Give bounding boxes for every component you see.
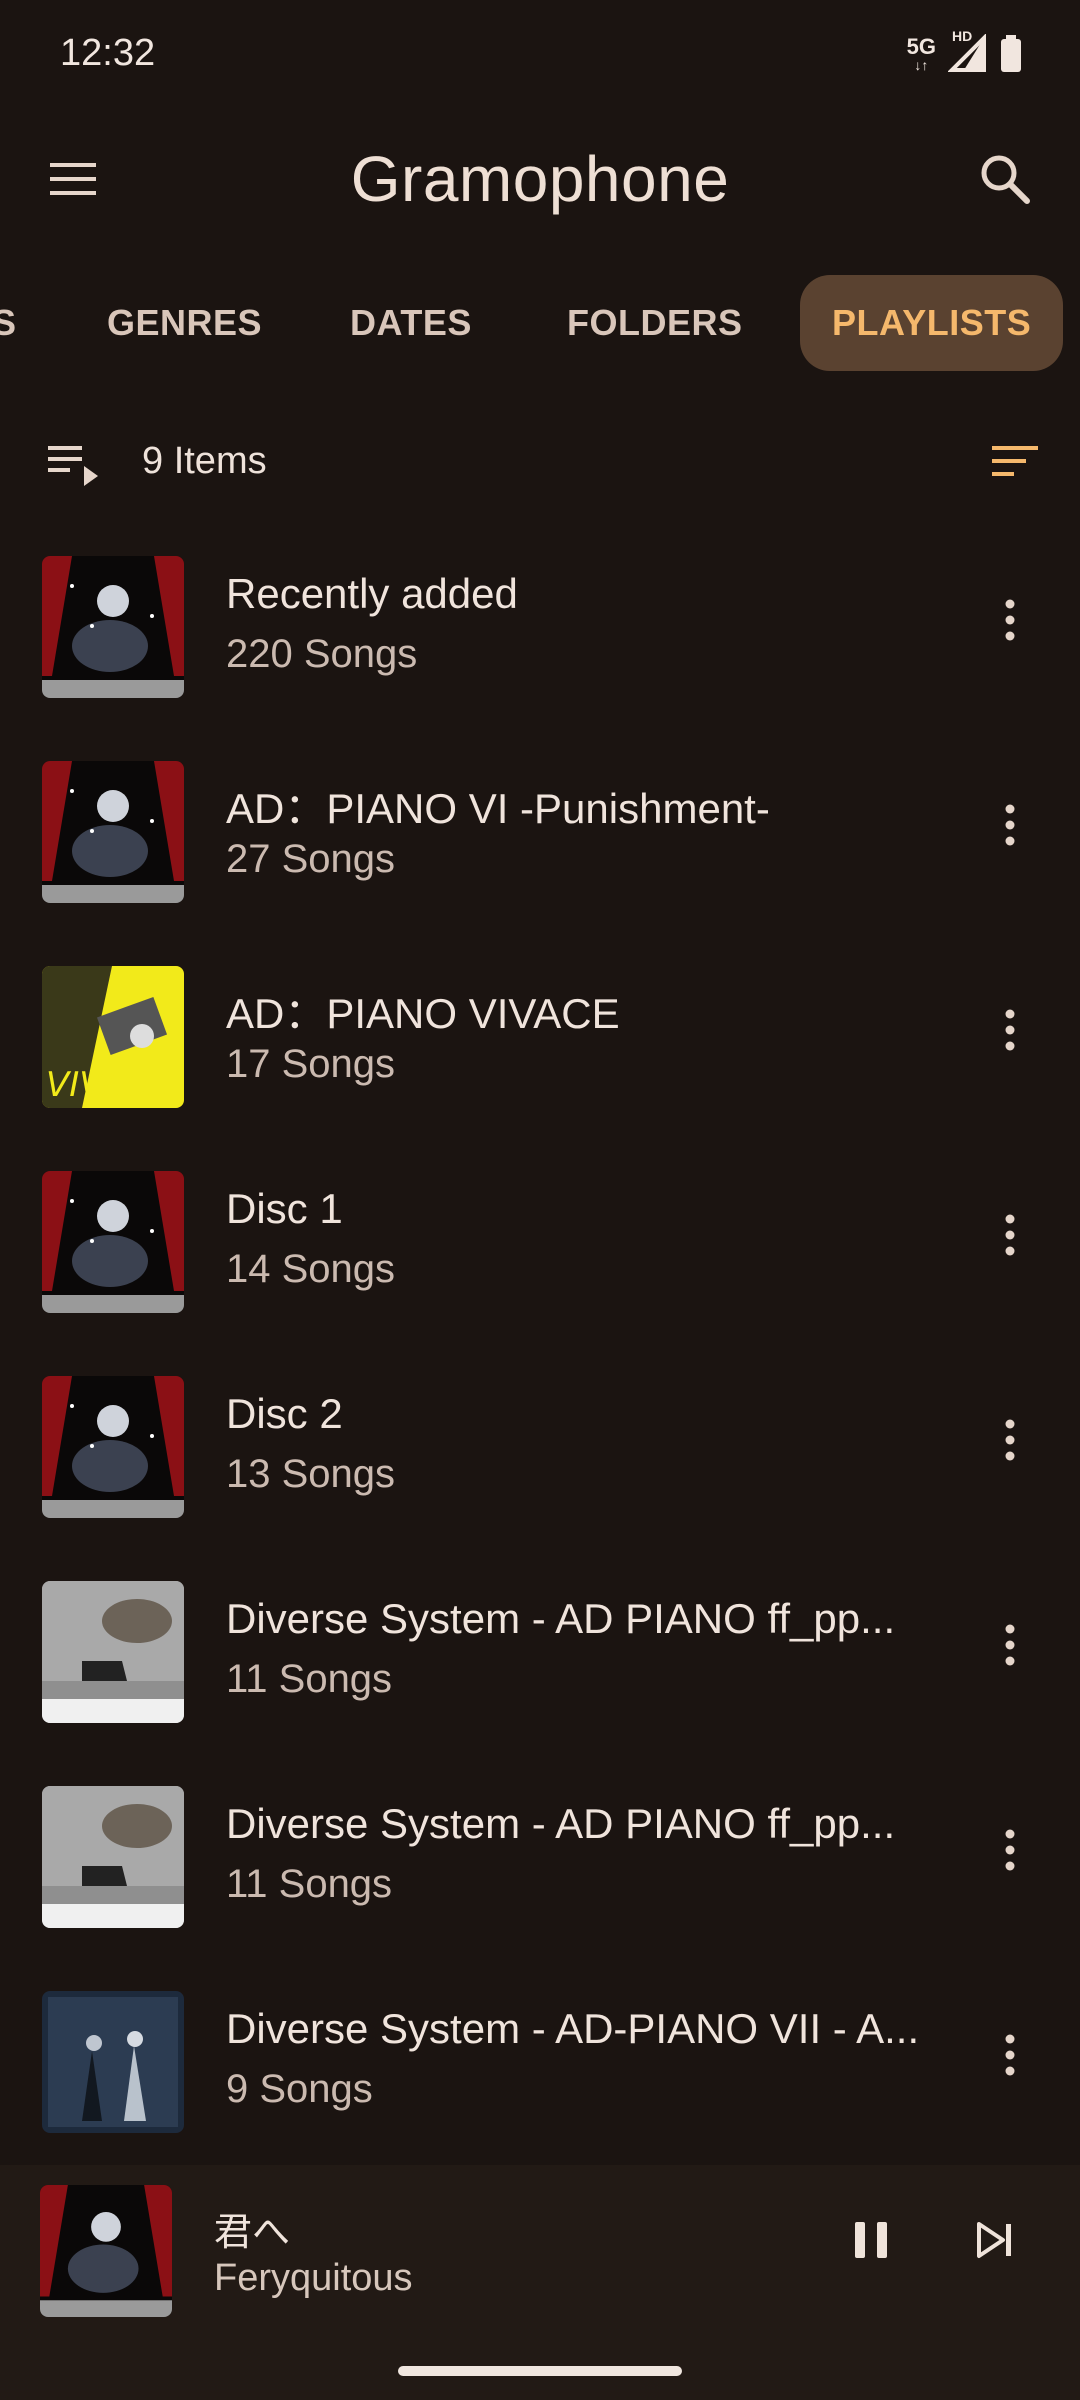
list-item[interactable]: Diverse System - AD PIANO ff_pp... 11 So… [0, 1565, 1080, 1770]
playlist-song-count: 220 Songs [226, 632, 418, 676]
more-options-button[interactable] [970, 785, 1050, 865]
playlist-cover [42, 1581, 184, 1723]
playlist-song-count: 13 Songs [226, 1452, 396, 1496]
playlist-title: AD：PIANO VIVACE [226, 990, 620, 1037]
now-playing-artist: Feryquitous [214, 2257, 413, 2299]
playlist-title: Diverse System - AD PIANO ff_pp... [226, 1595, 896, 1642]
playlist-song-count: 17 Songs [226, 1042, 396, 1086]
pause-icon [855, 2222, 887, 2258]
sort-icon [992, 446, 1038, 476]
playlist-list: Recently added 220 Songs AD：PIANO VI -Pu… [0, 540, 1080, 2180]
more-options-button[interactable] [970, 1400, 1050, 1480]
status-bar: 12:32 5G ↓↑ HD [0, 0, 1080, 110]
playlist-cover [42, 1171, 184, 1313]
playlist-title: Diverse System - AD-PIANO VII - A... [226, 2005, 920, 2052]
tab-dates[interactable]: DATES [350, 275, 472, 371]
playlist-title: Recently added [226, 570, 518, 617]
more-options-button[interactable] [970, 1605, 1050, 1685]
list-item[interactable]: Diverse System - AD-PIANO VII - A... 9 S… [0, 1975, 1080, 2180]
more-vert-icon [1005, 1419, 1015, 1461]
library-tabs: S GENRES DATES FOLDERS PLAYLISTS [0, 275, 1080, 375]
queue-play-icon [48, 446, 98, 486]
more-options-button[interactable] [970, 580, 1050, 660]
more-options-button[interactable] [970, 2015, 1050, 2095]
list-item[interactable]: Recently added 220 Songs [0, 540, 1080, 745]
more-options-button[interactable] [970, 1810, 1050, 1890]
status-time: 12:32 [60, 32, 156, 74]
home-indicator[interactable] [398, 2366, 682, 2376]
data-arrows-icon: ↓↑ [914, 57, 929, 73]
playlist-cover: VIVACE [42, 966, 184, 1108]
skip-next-button[interactable] [960, 2205, 1030, 2275]
battery-icon [1001, 35, 1021, 72]
app-bar: Gramophone [0, 110, 1080, 250]
list-item[interactable]: Diverse System - AD PIANO ff_pp... 11 So… [0, 1770, 1080, 1975]
list-item[interactable]: Disc 1 14 Songs [0, 1155, 1080, 1360]
playlist-song-count: 11 Songs [226, 1657, 393, 1701]
list-header: 9 Items [0, 420, 1080, 510]
playlist-song-count: 27 Songs [226, 837, 396, 881]
more-vert-icon [1005, 599, 1015, 641]
list-item[interactable]: AD：PIANO VI -Punishment- 27 Songs [0, 745, 1080, 950]
playlist-title: AD：PIANO VI -Punishment- [226, 785, 770, 832]
more-vert-icon [1005, 1624, 1015, 1666]
list-item[interactable]: Disc 2 13 Songs [0, 1360, 1080, 1565]
tab-folders[interactable]: FOLDERS [567, 275, 743, 371]
tab-genres[interactable]: GENRES [107, 275, 262, 371]
more-vert-icon [1005, 1214, 1015, 1256]
status-icons: 5G ↓↑ HD [906, 28, 1022, 74]
more-vert-icon [1005, 804, 1015, 846]
playlist-song-count: 11 Songs [226, 1862, 393, 1906]
playlist-song-count: 14 Songs [226, 1247, 396, 1291]
more-vert-icon [1005, 1009, 1015, 1051]
more-options-button[interactable] [970, 1195, 1050, 1275]
search-icon [981, 155, 1030, 204]
playlist-cover [42, 1991, 184, 2133]
more-vert-icon [1005, 2034, 1015, 2076]
playlist-cover [42, 1376, 184, 1518]
now-playing-title: 君へ [214, 2212, 291, 2254]
more-options-button[interactable] [970, 990, 1050, 1070]
signal-icon: HD [948, 28, 988, 74]
playlist-title: Disc 1 [226, 1185, 343, 1232]
now-playing-cover [40, 2185, 172, 2317]
playlist-title: Diverse System - AD PIANO ff_pp... [226, 1800, 896, 1847]
svg-text:VIVACE: VIVACE [46, 1065, 169, 1105]
app-title: Gramophone [350, 143, 730, 215]
pause-button[interactable] [836, 2205, 906, 2275]
playlist-song-count: 9 Songs [226, 2067, 373, 2111]
tab-playlists[interactable]: PLAYLISTS [800, 275, 1064, 371]
network-label: 5G [906, 34, 936, 59]
list-item[interactable]: VIVACE AD：PIANO VIVACE 17 Songs [0, 950, 1080, 1155]
search-button[interactable] [970, 144, 1040, 214]
sort-button[interactable] [990, 442, 1040, 487]
play-all-button[interactable] [46, 442, 102, 493]
playlist-title: Disc 2 [226, 1390, 343, 1437]
playlist-cover [42, 556, 184, 698]
playlist-cover [42, 761, 184, 903]
tab-songs[interactable]: S [0, 275, 17, 371]
skip-next-icon [977, 2222, 1011, 2258]
mini-player[interactable]: 君へ Feryquitous [0, 2165, 1080, 2400]
more-vert-icon [1005, 1829, 1015, 1871]
item-count: 9 Items [142, 440, 267, 482]
playlist-cover [42, 1786, 184, 1928]
